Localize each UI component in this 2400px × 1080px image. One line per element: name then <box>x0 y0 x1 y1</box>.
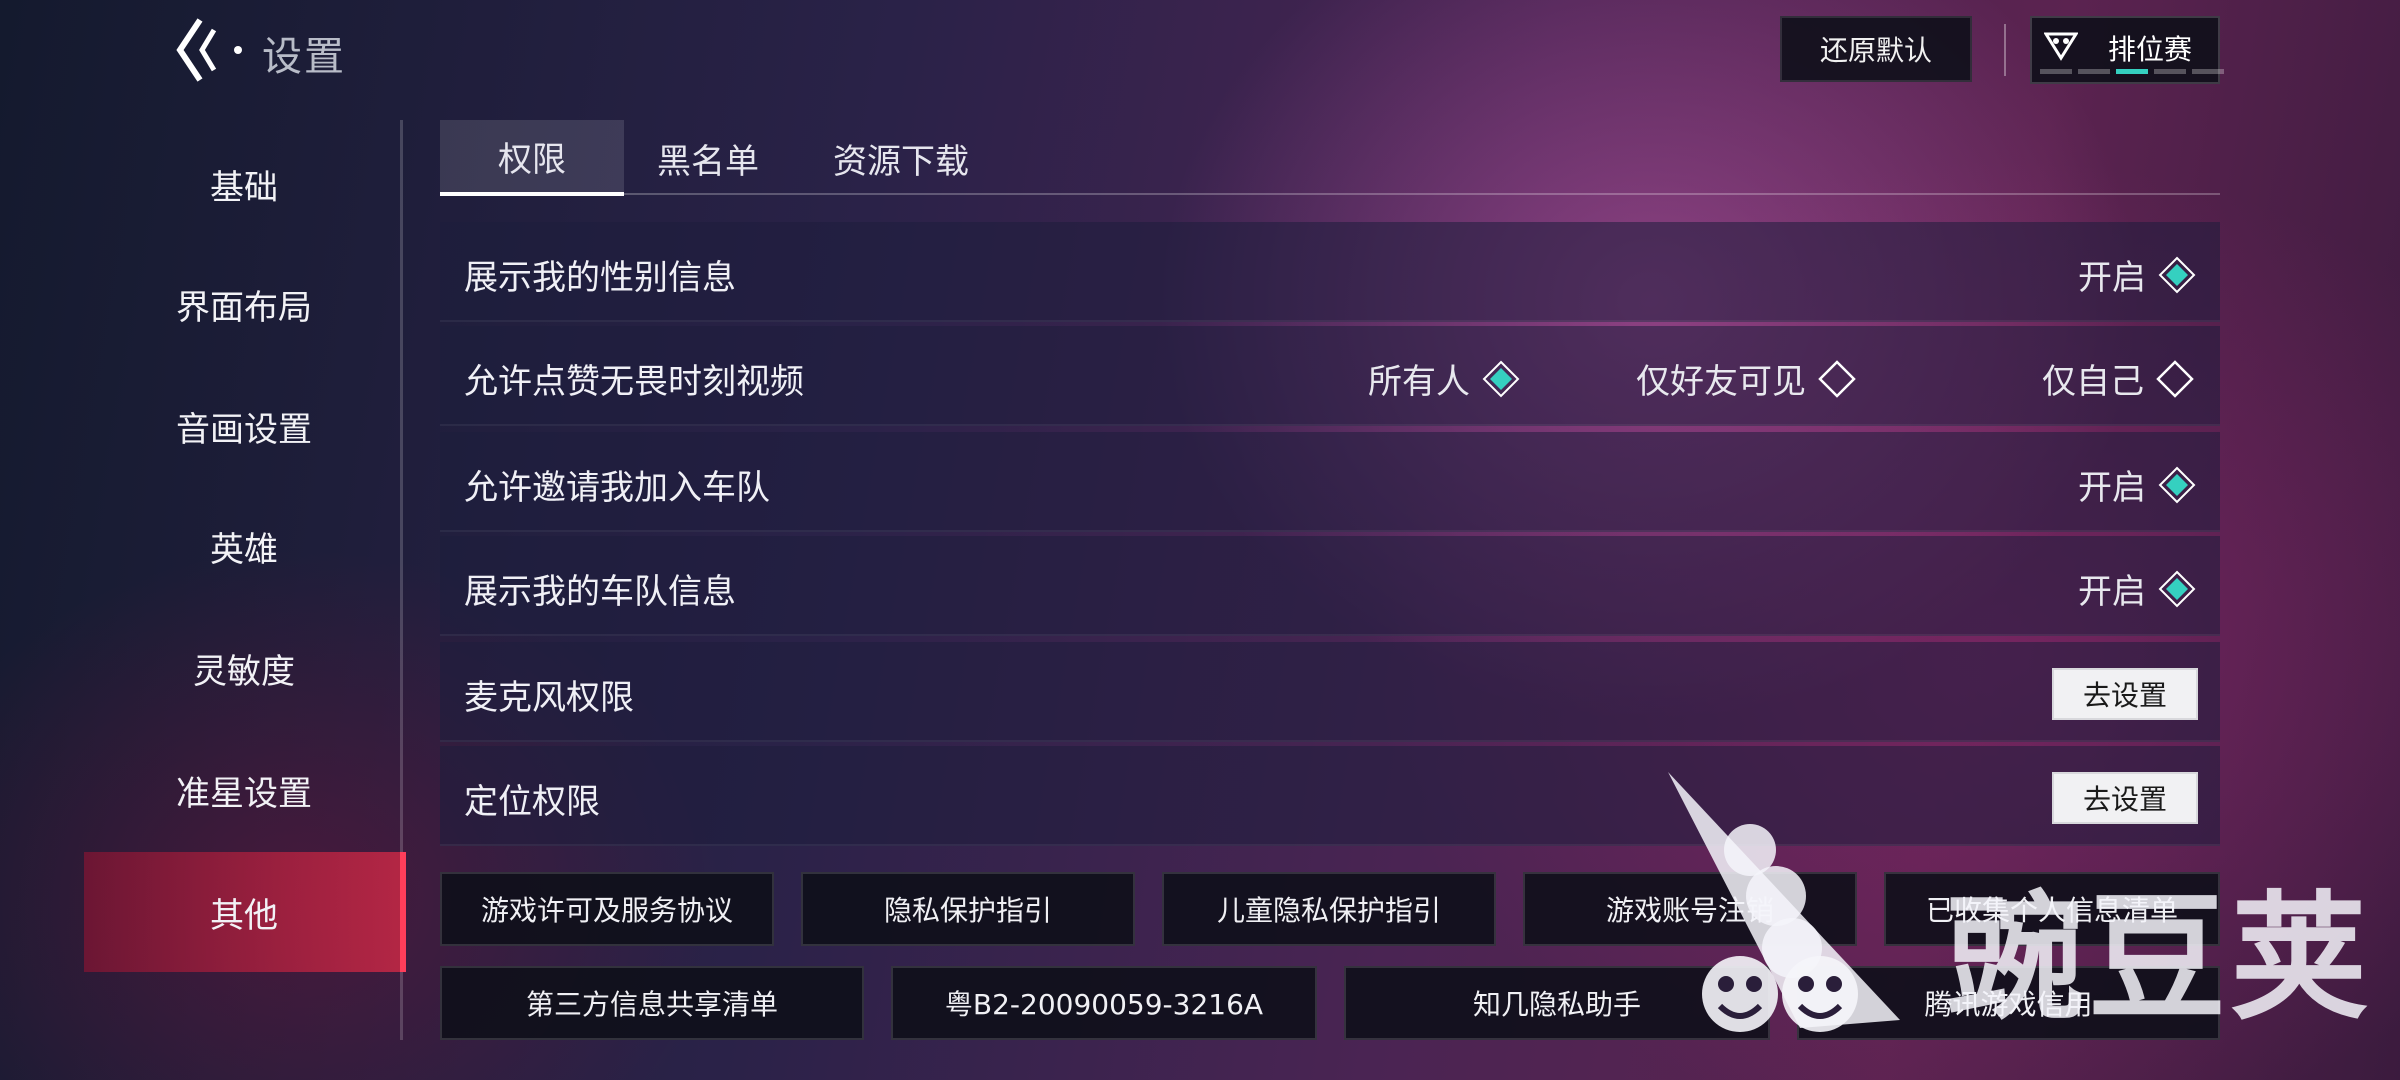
setting-row-location: 定位权限 去设置 <box>440 746 2220 846</box>
link-license-number[interactable]: 粤B2-20090059-3216A <box>891 966 1317 1040</box>
tab-resource-download[interactable]: 资源下载 <box>802 120 1000 196</box>
setting-row-team-invite: 允许邀请我加入车队 开启 <box>440 432 2220 532</box>
tab-blacklist[interactable]: 黑名单 <box>626 120 790 196</box>
team-invite-toggle[interactable]: 开启 <box>2078 460 2196 509</box>
sidebar-item-heroes[interactable]: 英雄 <box>84 486 404 606</box>
like-video-option-self[interactable]: 仅自己 <box>2042 354 2194 403</box>
link-third-party-sharing[interactable]: 第三方信息共享清单 <box>440 966 864 1040</box>
setting-row-show-team: 展示我的车队信息 开启 <box>440 536 2220 636</box>
sidebar-item-layout[interactable]: 界面布局 <box>84 244 404 364</box>
setting-label: 展示我的车队信息 <box>464 572 736 612</box>
header: 设置 还原默认 排位赛 <box>0 0 2400 100</box>
sidebar-item-crosshair[interactable]: 准星设置 <box>84 730 404 850</box>
setting-row-like-video: 允许点赞无畏时刻视频 所有人 仅好友可见 仅自己 <box>440 326 2220 426</box>
divider <box>2004 24 2008 76</box>
link-license-agreement[interactable]: 游戏许可及服务协议 <box>440 872 774 946</box>
checked-diamond-icon <box>2158 570 2196 607</box>
toggle-value: 开启 <box>2078 572 2146 612</box>
microphone-settings-button[interactable]: 去设置 <box>2052 668 2198 720</box>
option-label: 仅自己 <box>2042 362 2144 402</box>
link-game-credit[interactable]: 腾讯游戏信用 <box>1797 966 2220 1040</box>
restore-defaults-button[interactable]: 还原默认 <box>1780 16 1972 82</box>
unchecked-diamond-icon <box>2156 359 2194 398</box>
sidebar-item-other[interactable]: 其他 <box>84 852 406 972</box>
back-arrow-icon <box>176 18 242 82</box>
back-button[interactable] <box>170 16 250 84</box>
setting-label: 允许邀请我加入车队 <box>464 468 770 508</box>
tab-underline <box>440 193 2220 195</box>
unchecked-diamond-icon <box>1818 359 1856 398</box>
sidebar-item-audio-video[interactable]: 音画设置 <box>84 366 404 486</box>
ranked-progress <box>2040 69 2224 74</box>
checked-diamond-icon <box>1482 360 1520 397</box>
link-privacy-guide[interactable]: 隐私保护指引 <box>801 872 1135 946</box>
ranked-label: 排位赛 <box>2108 33 2193 66</box>
location-settings-button[interactable]: 去设置 <box>2052 772 2198 824</box>
like-video-option-everyone[interactable]: 所有人 <box>1368 354 1520 403</box>
option-label: 所有人 <box>1368 362 1470 402</box>
show-gender-toggle[interactable]: 开启 <box>2078 250 2196 299</box>
tab-bar: 权限 黑名单 资源下载 <box>440 120 2220 196</box>
ranked-emblem-icon <box>2044 32 2078 61</box>
tab-permissions[interactable]: 权限 <box>440 120 624 196</box>
option-label: 仅好友可见 <box>1636 362 1806 402</box>
toggle-value: 开启 <box>2078 468 2146 508</box>
checked-diamond-icon <box>2158 256 2196 293</box>
link-collected-info-list[interactable]: 已收集个人信息清单 <box>1884 872 2220 946</box>
setting-label: 展示我的性别信息 <box>464 258 736 298</box>
sidebar-item-sensitivity[interactable]: 灵敏度 <box>84 608 404 728</box>
ranked-mode-button[interactable]: 排位赛 <box>2030 16 2224 84</box>
setting-label: 允许点赞无畏时刻视频 <box>464 362 804 402</box>
link-child-privacy-guide[interactable]: 儿童隐私保护指引 <box>1162 872 1496 946</box>
setting-row-show-gender: 展示我的性别信息 开启 <box>440 222 2220 322</box>
page-title: 设置 <box>262 34 346 80</box>
toggle-value: 开启 <box>2078 258 2146 298</box>
show-team-toggle[interactable]: 开启 <box>2078 564 2196 613</box>
setting-label: 麦克风权限 <box>464 678 634 718</box>
sidebar-item-basic[interactable]: 基础 <box>84 124 404 244</box>
link-privacy-assistant[interactable]: 知几隐私助手 <box>1344 966 1770 1040</box>
setting-label: 定位权限 <box>464 782 600 822</box>
setting-row-microphone: 麦克风权限 去设置 <box>440 642 2220 742</box>
like-video-option-friends[interactable]: 仅好友可见 <box>1636 354 1856 403</box>
link-account-deletion[interactable]: 游戏账号注销 <box>1523 872 1857 946</box>
checked-diamond-icon <box>2158 466 2196 503</box>
